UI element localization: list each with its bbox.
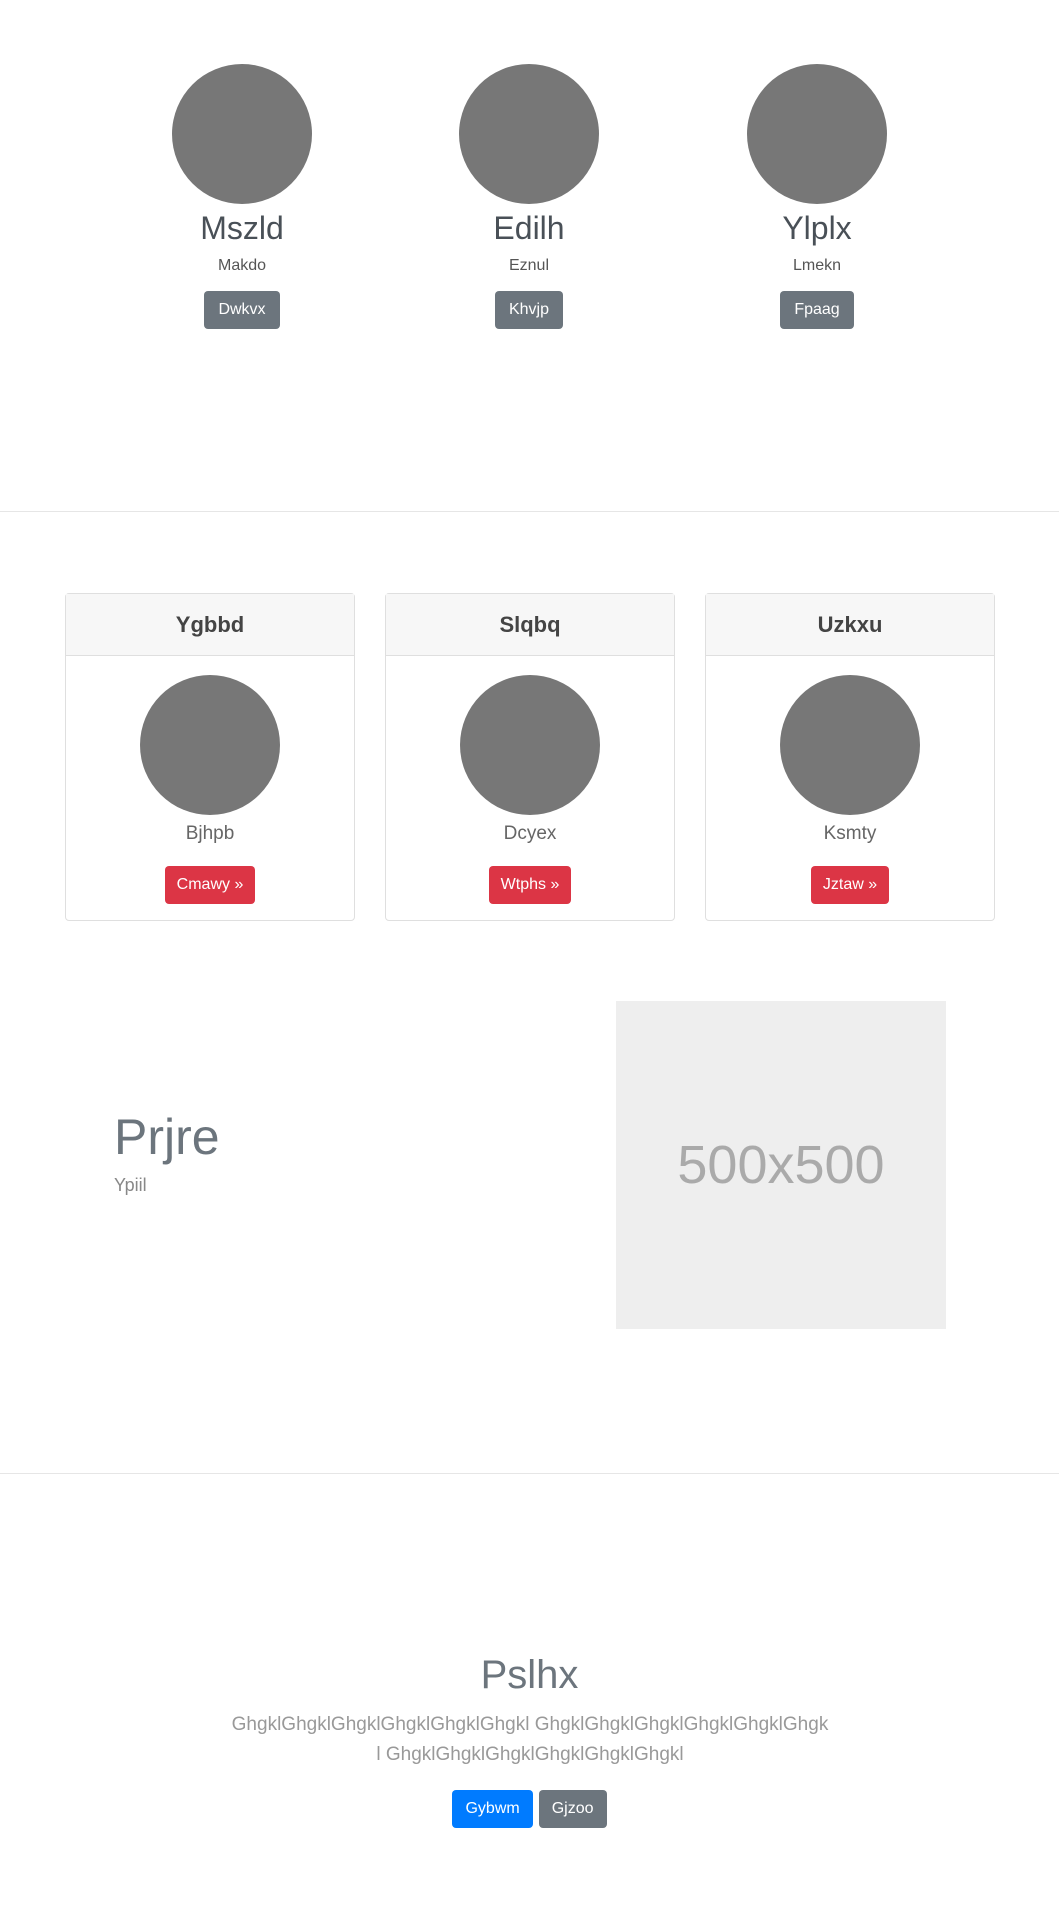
avatar [460, 675, 600, 815]
team-member: Edilh Eznul Khvjp [429, 64, 629, 329]
section-divider [0, 1473, 1059, 1474]
card-text: Ksmty [823, 823, 877, 844]
hero-secondary-button[interactable]: Gjzoo [538, 1790, 607, 1828]
team-member-role: Makdo [217, 257, 267, 274]
team-member-role: Lmekn [792, 257, 842, 274]
card-header: Slqbq [386, 594, 674, 656]
card-body: Ksmty Jztaw » [706, 675, 994, 904]
placeholder-image: 500x500 [616, 1001, 946, 1329]
team-member-name: Edilh [493, 210, 565, 246]
avatar [140, 675, 280, 815]
card-text: Dcyex [503, 823, 557, 844]
hero-text: GhgklGhgklGhgklGhgklGhgklGhgkl GhgklGhgk… [231, 1714, 829, 1765]
avatar [459, 64, 599, 204]
team-member: Mszld Makdo Dwkvx [142, 64, 342, 329]
feature-text: Ypiil [114, 1175, 147, 1195]
card-button[interactable]: Cmawy » [164, 866, 256, 904]
placeholder-image-label: 500x500 [677, 1135, 885, 1195]
team-member-button[interactable]: Dwkvx [204, 291, 280, 329]
card-header: Uzkxu [706, 594, 994, 656]
card-text: Bjhpb [185, 823, 235, 844]
card: Ygbbd Bjhpb Cmawy » [65, 593, 355, 921]
avatar [747, 64, 887, 204]
hero-title: Pslhx [480, 1653, 579, 1697]
card: Slqbq Dcyex Wtphs » [385, 593, 675, 921]
team-member-name: Mszld [200, 210, 284, 246]
team-member-role: Eznul [508, 257, 550, 274]
hero-primary-button[interactable]: Gybwm [452, 1790, 533, 1828]
avatar [780, 675, 920, 815]
card-button[interactable]: Jztaw » [810, 866, 890, 904]
card-header: Ygbbd [66, 594, 354, 656]
avatar [172, 64, 312, 204]
card: Uzkxu Ksmty Jztaw » [705, 593, 995, 921]
card-body: Bjhpb Cmawy » [66, 675, 354, 904]
team-member-button[interactable]: Khvjp [494, 291, 564, 329]
team-member-button[interactable]: Fpaag [780, 291, 854, 329]
card-button[interactable]: Wtphs » [488, 866, 572, 904]
team-member-name: Ylplx [782, 210, 852, 246]
hero-buttons: Gybwm Gjzoo [0, 1790, 1059, 1828]
card-body: Dcyex Wtphs » [386, 675, 674, 904]
team-member: Ylplx Lmekn Fpaag [717, 64, 917, 329]
feature-title: Prjre [114, 1109, 220, 1165]
section-divider [0, 511, 1059, 512]
